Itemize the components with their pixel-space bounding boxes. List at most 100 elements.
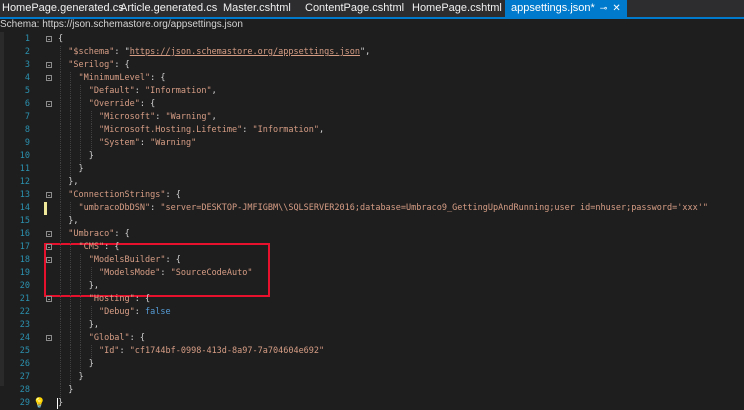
lightbulb-icon[interactable]: 💡: [33, 398, 45, 409]
line-number: 22: [19, 307, 30, 317]
code-line[interactable]: 9 "System": "Warning": [0, 137, 744, 150]
fold-toggle-icon[interactable]: [46, 244, 52, 250]
line-number: 16: [19, 229, 30, 239]
line-number: 29: [19, 398, 30, 408]
tab-master-cshtml[interactable]: Master.cshtml: [223, 0, 291, 17]
fold-toggle-icon[interactable]: [46, 192, 52, 198]
code-text: }: [78, 372, 84, 382]
fold-toggle-icon[interactable]: [46, 75, 52, 81]
line-number: 21: [19, 294, 30, 304]
line-number: 18: [19, 255, 30, 265]
code-text: "Id": "cf1744bf-0998-413d-8a97-7a704604e…: [98, 346, 325, 356]
fold-toggle-icon[interactable]: [46, 335, 52, 341]
pin-icon[interactable]: ⊸: [600, 3, 608, 13]
code-line[interactable]: 3 "Serilog": {: [0, 59, 744, 72]
line-number: 20: [19, 281, 30, 291]
code-line[interactable]: 14 "umbracoDbDSN": "server=DESKTOP-JMFIG…: [0, 202, 744, 215]
line-number: 14: [19, 203, 30, 213]
code-text: },: [68, 177, 79, 187]
code-line[interactable]: 22 "Debug": false: [0, 306, 744, 319]
code-text: "Global": {: [88, 333, 146, 343]
line-number: 1: [24, 34, 30, 44]
tab-bar: HomePage.generated.cs Article.generated.…: [0, 0, 744, 17]
code-text: "System": "Warning": [98, 138, 197, 148]
code-line[interactable]: 23 },: [0, 319, 744, 332]
code-line[interactable]: 29} 💡: [0, 397, 744, 410]
code-line[interactable]: 17 "CMS": {: [0, 241, 744, 254]
fold-toggle-icon[interactable]: [46, 257, 52, 263]
code-line[interactable]: 20 },: [0, 280, 744, 293]
code-text: "Serilog": {: [68, 60, 130, 70]
code-text: "Hosting": {: [88, 294, 151, 304]
code-text: "CMS": {: [78, 242, 120, 252]
line-number: 6: [24, 99, 30, 109]
code-line[interactable]: 6 "Override": {: [0, 98, 744, 111]
code-line[interactable]: 19 "ModelsMode": "SourceCodeAuto": [0, 267, 744, 280]
text-caret: [57, 398, 58, 409]
tab-homepage-cshtml[interactable]: HomePage.cshtml: [412, 0, 502, 17]
code-line[interactable]: 1{: [0, 33, 744, 46]
code-line[interactable]: 26 }: [0, 358, 744, 371]
line-number: 15: [19, 216, 30, 226]
code-line[interactable]: 12 },: [0, 176, 744, 189]
code-text: },: [88, 320, 99, 330]
code-text: "$schema": "https://json.schemastore.org…: [68, 47, 371, 57]
code-editor[interactable]: 1{2 "$schema": "https://json.schemastore…: [0, 32, 744, 409]
code-line[interactable]: 15 },: [0, 215, 744, 228]
code-text: }: [58, 398, 64, 408]
code-text: },: [88, 281, 99, 291]
code-line[interactable]: 5 "Default": "Information",: [0, 85, 744, 98]
line-number: 8: [24, 125, 30, 135]
line-number: 19: [19, 268, 30, 278]
line-number: 9: [24, 138, 30, 148]
code-text: "Default": "Information",: [88, 86, 217, 96]
line-number: 11: [19, 164, 30, 174]
code-line[interactable]: 11 }: [0, 163, 744, 176]
code-line[interactable]: 4 "MinimumLevel": {: [0, 72, 744, 85]
code-text: "Microsoft.Hosting.Lifetime": "Informati…: [98, 125, 325, 135]
code-text: "MinimumLevel": {: [78, 73, 166, 83]
code-text: "ConnectionStrings": {: [68, 190, 181, 200]
code-line[interactable]: 13 "ConnectionStrings": {: [0, 189, 744, 202]
code-line[interactable]: 2 "$schema": "https://json.schemastore.o…: [0, 46, 744, 59]
code-line[interactable]: 24 "Global": {: [0, 332, 744, 345]
code-line[interactable]: 25 "Id": "cf1744bf-0998-413d-8a97-7a7046…: [0, 345, 744, 358]
fold-toggle-icon[interactable]: [46, 231, 52, 237]
code-line[interactable]: 10 }: [0, 150, 744, 163]
code-line[interactable]: 18 "ModelsBuilder": {: [0, 254, 744, 267]
code-text: }: [88, 151, 94, 161]
code-text: },: [68, 216, 79, 226]
line-number: 3: [24, 60, 30, 70]
code-text: "ModelsBuilder": {: [88, 255, 181, 265]
fold-toggle-icon[interactable]: [46, 62, 52, 68]
tab-homepage-generated[interactable]: HomePage.generated.cs: [2, 0, 124, 17]
line-number: 12: [19, 177, 30, 187]
line-number: 23: [19, 320, 30, 330]
code-line[interactable]: 7 "Microsoft": "Warning",: [0, 111, 744, 124]
fold-toggle-icon[interactable]: [46, 36, 52, 42]
line-number: 25: [19, 346, 30, 356]
fold-toggle-icon[interactable]: [46, 296, 52, 302]
fold-toggle-icon[interactable]: [46, 101, 52, 107]
close-icon[interactable]: ✕: [612, 3, 620, 14]
code-text: "Debug": false: [98, 307, 171, 317]
code-line[interactable]: 16 "Umbraco": {: [0, 228, 744, 241]
line-number: 13: [19, 190, 30, 200]
line-number: 2: [24, 47, 30, 57]
code-text: "umbracoDbDSN": "server=DESKTOP-JMFIGBM\…: [78, 203, 708, 213]
tab-appsettings-json[interactable]: appsettings.json* ⊸ ✕: [505, 0, 627, 17]
tab-contentpage-cshtml[interactable]: ContentPage.cshtml: [305, 0, 404, 17]
line-number: 10: [19, 151, 30, 161]
code-text: }: [78, 164, 84, 174]
code-text: "Umbraco": {: [68, 229, 130, 239]
code-line[interactable]: 21 "Hosting": {: [0, 293, 744, 306]
line-number: 17: [19, 242, 30, 252]
code-text: {: [58, 34, 64, 44]
schema-bar: Schema: https://json.schemastore.org/app…: [0, 19, 744, 30]
code-line[interactable]: 8 "Microsoft.Hosting.Lifetime": "Informa…: [0, 124, 744, 137]
line-number: 27: [19, 372, 30, 382]
line-number: 5: [24, 86, 30, 96]
tab-article-generated[interactable]: Article.generated.cs: [120, 0, 217, 17]
code-text: "Override": {: [88, 99, 156, 109]
code-line[interactable]: 27 }: [0, 371, 744, 384]
